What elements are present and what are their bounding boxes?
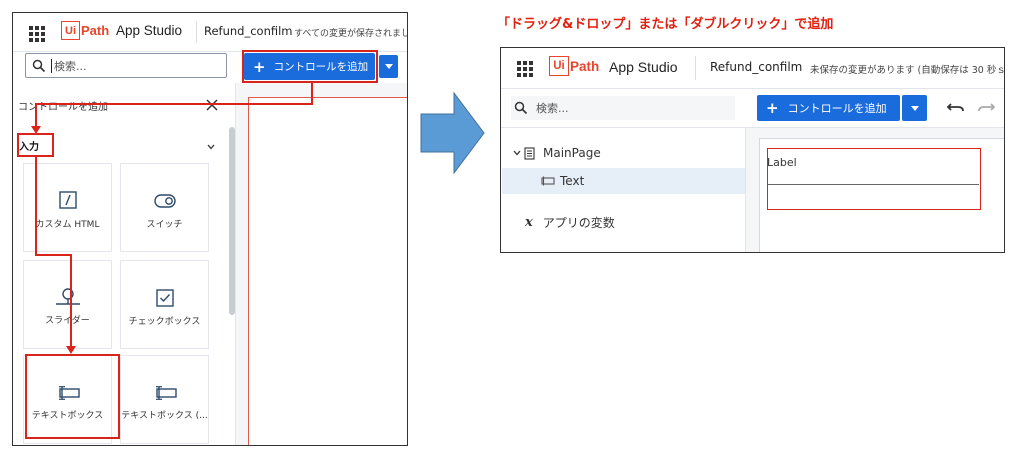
transition-arrow [420, 92, 485, 174]
textbox-input-line[interactable] [768, 184, 979, 185]
connector-line [35, 103, 313, 105]
undo-icon[interactable] [947, 101, 965, 113]
highlight-section-input [17, 133, 54, 157]
switch-icon [153, 194, 176, 208]
close-icon[interactable] [206, 99, 218, 111]
dropped-textbox[interactable]: Label [767, 148, 981, 210]
add-control-label: コントロールを追加 [787, 102, 887, 115]
save-status: 未保存の変更があります (自動保存は 30 秒ｓ [810, 65, 1005, 76]
connector-line [70, 254, 72, 350]
connector-line [35, 254, 72, 256]
panel-title: コントロールを追加 [18, 102, 108, 113]
page-icon [524, 146, 535, 160]
uipath-logo: Ui Path [61, 21, 109, 40]
project-name[interactable]: Refund_confilm [710, 60, 802, 74]
textbox-icon [155, 386, 177, 400]
slider-icon [55, 288, 80, 305]
search-input[interactable]: 検索... [511, 96, 735, 120]
add-control-dropdown[interactable] [379, 55, 398, 78]
variable-icon: x [525, 215, 533, 230]
app-name: App Studio [609, 59, 678, 75]
control-card-checkbox[interactable]: チェックボックス [120, 260, 209, 349]
search-input[interactable]: 検索... [25, 53, 227, 78]
connector-arrowhead [31, 126, 41, 134]
connector-line [311, 83, 313, 105]
app-header: Ui Path App Studio Refund_confilm 未保存の変更… [501, 48, 1005, 89]
search-icon [32, 59, 46, 72]
chevron-down-icon [384, 64, 393, 69]
card-label: カスタム HTML [35, 220, 100, 230]
save-status: すべての変更が保存されまし [294, 29, 408, 39]
card-label: テキストボックス (... [121, 411, 208, 421]
chevron-down-icon [513, 150, 521, 156]
tree-item-mainpage[interactable]: MainPage [513, 146, 601, 160]
search-placeholder: 検索... [54, 59, 87, 73]
canvas-frame[interactable] [248, 97, 407, 445]
left-screenshot: Ui Path App Studio Refund_confilm すべての変更… [12, 12, 408, 446]
highlight-textbox-card [25, 354, 120, 439]
connector-line [35, 157, 37, 256]
control-card-switch[interactable]: スイッチ [120, 163, 209, 252]
tree-item-label: MainPage [543, 146, 601, 160]
card-label: チェックボックス [128, 317, 201, 327]
control-card-textbox-variant[interactable]: テキストボックス (... [120, 355, 209, 444]
app-variables[interactable]: x アプリの変数 [525, 214, 615, 231]
textbox-label: Label [767, 156, 797, 169]
textbox-icon [541, 176, 555, 186]
app-name: App Studio [116, 23, 183, 38]
app-header: Ui Path App Studio Refund_confilm すべての変更… [13, 13, 408, 52]
uipath-logo: Ui Path [549, 56, 599, 76]
checkbox-icon [155, 289, 174, 307]
project-name[interactable]: Refund_confilm [204, 24, 293, 38]
control-card-slider[interactable]: スライダー [23, 260, 112, 349]
app-launcher-icon[interactable] [517, 61, 533, 77]
chevron-down-icon[interactable] [207, 144, 215, 150]
redo-icon[interactable] [977, 101, 995, 113]
search-icon [514, 101, 528, 115]
search-placeholder: 検索... [536, 102, 569, 115]
app-variables-label: アプリの変数 [542, 216, 615, 230]
connector-arrowhead [66, 346, 76, 354]
tree-item-text[interactable]: Text [539, 174, 584, 188]
add-control-dropdown[interactable] [902, 95, 927, 121]
custom-html-icon [58, 191, 77, 209]
add-control-button[interactable]: + コントロールを追加 [757, 95, 900, 121]
app-launcher-icon[interactable] [29, 26, 45, 42]
instruction-caption: 「ドラッグ&ドロップ」または「ダブルクリック」で追加 [497, 17, 834, 32]
chevron-down-icon [910, 105, 919, 111]
highlight-add-control [242, 50, 378, 83]
right-screenshot: Ui Path App Studio Refund_confilm 未保存の変更… [500, 47, 1005, 253]
card-label: スイッチ [146, 220, 183, 230]
plus-icon: + [766, 99, 779, 117]
tree-item-label: Text [560, 174, 585, 188]
card-label: スライダー [45, 316, 90, 326]
